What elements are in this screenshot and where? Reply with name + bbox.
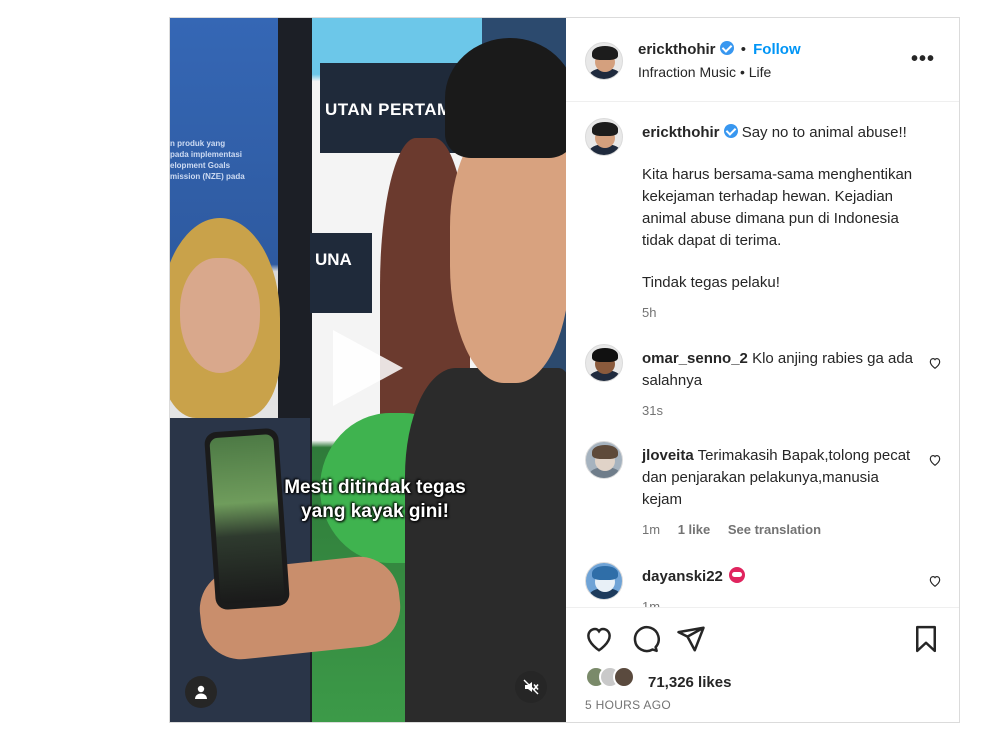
follow-button[interactable]: Follow <box>753 41 801 58</box>
caption-avatar[interactable] <box>585 118 623 156</box>
comment-meta: 31s <box>642 400 918 422</box>
comment-username[interactable]: dayanski22 <box>642 568 723 585</box>
user-icon <box>195 685 207 699</box>
verified-icon <box>719 41 734 55</box>
comment-body: jloveita Terimakasih Bapak,tolong pecat … <box>642 445 918 541</box>
caption-headline: Say no to animal abuse!! <box>741 124 907 141</box>
comment-time[interactable]: 31s <box>642 403 663 418</box>
commenter-avatar[interactable] <box>585 562 623 600</box>
commenter-avatar[interactable] <box>585 344 623 382</box>
audio-label[interactable]: Infraction Music <box>638 64 736 80</box>
comment-body: omar_senno_2 Klo anjing rabies ga ada sa… <box>642 348 918 422</box>
comment-username[interactable]: omar_senno_2 <box>642 350 748 367</box>
caption-username[interactable]: erickthohir <box>642 124 720 141</box>
heart-icon[interactable] <box>928 453 942 467</box>
video-caption-line-1: Mesti ditindak tegas <box>284 477 466 498</box>
heart-icon[interactable] <box>928 574 942 588</box>
man-figure <box>405 28 566 722</box>
share-icon[interactable] <box>676 624 706 654</box>
bookmark-icon[interactable] <box>911 624 941 654</box>
comment-username[interactable]: jloveita <box>642 447 694 464</box>
man-hair <box>445 38 566 158</box>
comment-likes[interactable]: 1 like <box>678 522 711 537</box>
banner-sign-panel <box>310 233 372 313</box>
woman-face <box>180 258 260 373</box>
likes-count[interactable]: 71,326 likes <box>648 674 731 691</box>
author-username[interactable]: erickthohir <box>638 41 716 58</box>
mute-button[interactable] <box>515 671 547 703</box>
separator: • <box>740 41 746 58</box>
avatar <box>613 666 635 688</box>
heart-icon[interactable] <box>928 356 942 370</box>
post-actions: 71,326 likes 5 HOURS AGO <box>566 607 959 722</box>
audio-separator: • <box>739 64 745 80</box>
booth-screen-text: n produk yang pada implementasi elopment… <box>170 139 245 181</box>
man-suit <box>405 368 566 722</box>
comment-meta: 1m 1 like See translation <box>642 519 918 541</box>
man-face <box>450 123 566 383</box>
comments-section[interactable]: erickthohir Say no to animal abuse!! Kit… <box>566 102 959 607</box>
emoji-icon <box>728 567 745 583</box>
commenter-avatar[interactable] <box>585 441 623 479</box>
post-sidebar: erickthohir • Follow Infraction Music • … <box>566 18 959 722</box>
volume-muted-icon <box>523 679 539 695</box>
caption-closing: Tindak tegas pelaku! <box>642 274 780 291</box>
heart-icon[interactable] <box>584 624 614 654</box>
video-caption: Mesti ditindak tegas yang kayak gini! <box>230 476 520 524</box>
comment-time[interactable]: 1m <box>642 522 660 537</box>
play-icon[interactable] <box>333 330 403 406</box>
comment-time[interactable]: 1m <box>642 599 660 607</box>
comment-meta: 1m <box>642 596 918 607</box>
verified-icon <box>723 124 738 138</box>
caption-paragraph: Kita harus bersama-sama menghentikan kek… <box>642 166 913 249</box>
caption-time: 5h <box>642 305 657 320</box>
instagram-post: n produk yang pada implementasi elopment… <box>169 17 960 723</box>
banner-sign: UNA <box>315 250 352 269</box>
video-caption-line-2: yang kayak gini! <box>301 501 449 522</box>
comment-body: dayanski22 1m <box>642 566 918 607</box>
author-avatar[interactable] <box>585 42 623 80</box>
author-line: erickthohir • Follow <box>638 41 801 58</box>
post-header: erickthohir • Follow Infraction Music • … <box>566 18 959 102</box>
more-options-icon[interactable]: ••• <box>911 48 935 71</box>
post-video[interactable]: n produk yang pada implementasi elopment… <box>170 18 566 722</box>
see-translation-link[interactable]: See translation <box>728 522 821 537</box>
tagged-users-button[interactable] <box>185 676 217 708</box>
caption-body: erickthohir Say no to animal abuse!! Kit… <box>642 122 918 324</box>
audio-line: Infraction Music • Life <box>638 64 771 80</box>
post-timestamp[interactable]: 5 HOURS AGO <box>585 698 671 712</box>
audio-type[interactable]: Life <box>749 64 772 80</box>
comment-icon[interactable] <box>630 624 660 654</box>
